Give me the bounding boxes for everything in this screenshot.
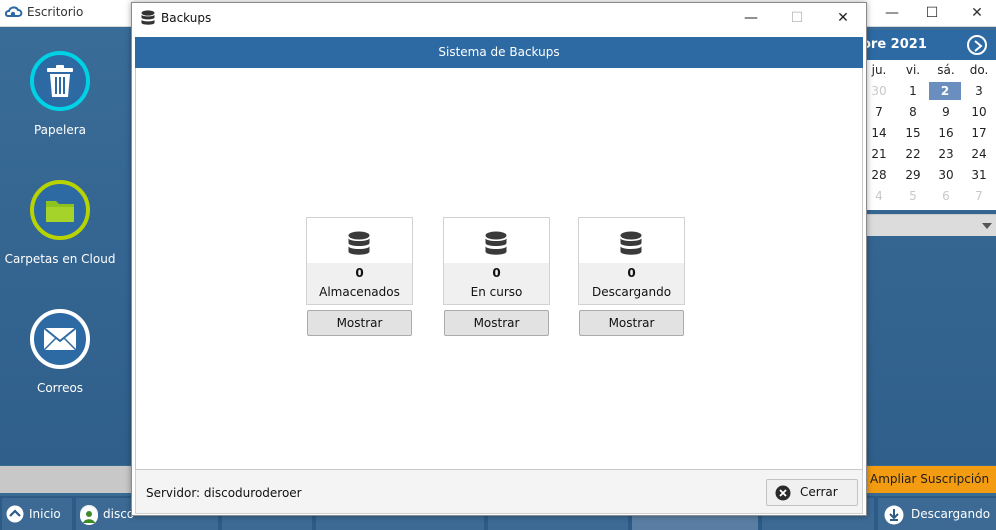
start-icon <box>6 505 24 523</box>
stat-card-descargando: 0 Descargando <box>578 217 685 305</box>
taskbar-downloads[interactable]: Descargando <box>878 498 996 530</box>
dialog-maximize-button: ☐ <box>790 10 804 26</box>
trash-icon <box>30 51 90 111</box>
database-icon <box>485 231 507 255</box>
dialog-header: Sistema de Backups <box>135 37 863 68</box>
stat-card-en-curso: 0 En curso <box>443 217 550 305</box>
calendar-day[interactable]: 30 <box>929 165 963 186</box>
database-icon <box>620 231 642 255</box>
desktop-icon-papelera[interactable]: Papelera <box>0 51 120 137</box>
calendar-day[interactable]: 17 <box>962 123 996 144</box>
calendar-day[interactable]: 30 <box>862 81 896 102</box>
calendar-day-selected[interactable]: 2 <box>929 82 961 100</box>
database-icon <box>141 10 155 25</box>
stat-label: En curso <box>470 285 523 299</box>
user-avatar-icon <box>80 505 98 525</box>
stat-label: Descargando <box>591 285 672 299</box>
dialog-minimize-button[interactable]: — <box>731 7 771 29</box>
start-button[interactable]: Inicio <box>2 498 72 530</box>
calendar-day[interactable]: 22 <box>896 144 930 165</box>
taskbar-user-label: disco <box>103 507 135 521</box>
mail-icon <box>30 309 90 369</box>
calendar-day[interactable]: 7 <box>962 186 996 207</box>
start-label: Inicio <box>29 507 61 521</box>
calendar-day[interactable]: 1 <box>896 81 930 102</box>
folder-icon <box>30 180 90 240</box>
desktop-icon-label: Correos <box>36 381 84 395</box>
show-en-curso-button[interactable]: Mostrar <box>444 310 549 336</box>
stat-count: 0 <box>492 266 501 280</box>
calendar-day[interactable]: 16 <box>929 123 963 144</box>
calendar-day[interactable]: 10 <box>962 102 996 123</box>
calendar-header: ore 2021 <box>862 30 996 60</box>
calendar-next-button[interactable] <box>967 35 987 55</box>
calendar-weekdays: ju. vi. sá. do. <box>862 60 996 81</box>
calendar-day[interactable]: 7 <box>862 102 896 123</box>
calendar-day[interactable]: 6 <box>929 186 963 207</box>
stat-count: 0 <box>355 266 364 280</box>
dialog-footer: Servidor: discoduroderoer Cerrar <box>135 470 863 514</box>
desktop-icon-correos[interactable]: Correos <box>0 309 120 395</box>
calendar-day[interactable]: 14 <box>862 123 896 144</box>
server-label: Servidor: discoduroderoer <box>146 486 302 500</box>
dialog-close-button[interactable]: ✕ <box>823 7 863 29</box>
calendar-day[interactable]: 3 <box>962 81 996 102</box>
calendar-month-label: ore 2021 <box>862 37 927 52</box>
calendar-week-row: 28 29 30 31 <box>862 165 996 186</box>
close-circle-icon <box>775 485 791 501</box>
calendar-day[interactable]: 31 <box>962 165 996 186</box>
calendar-widget: ore 2021 ju. vi. sá. do. 30 1 2 3 7 8 9 10 14 15 1… <box>862 30 996 210</box>
database-icon <box>348 231 370 255</box>
calendar-day[interactable]: 21 <box>862 144 896 165</box>
desktop-icon-label: Papelera <box>33 123 87 137</box>
app-logo-icon <box>5 6 23 17</box>
chevron-down-icon <box>982 223 992 229</box>
weekday-label: do. <box>969 63 989 77</box>
desktop-maximize-button[interactable]: ☐ <box>912 3 952 23</box>
calendar-day[interactable]: 9 <box>929 102 963 123</box>
desktop-close-button[interactable]: ✕ <box>957 3 996 23</box>
calendar-day[interactable]: 5 <box>896 186 930 207</box>
calendar-day[interactable]: 8 <box>896 102 930 123</box>
taskbar-downloads-label: Descargando <box>911 507 991 521</box>
chevron-right-icon <box>974 40 983 52</box>
calendar-week-row: 14 15 16 17 <box>862 123 996 144</box>
weekday-label: ju. <box>871 63 887 77</box>
calendar-day[interactable]: 29 <box>896 165 930 186</box>
desktop-icon-label: Carpetas en Cloud <box>4 252 116 266</box>
calendar-week-row: 21 22 23 24 <box>862 144 996 165</box>
backups-dialog: Backups — ☐ ✕ Sistema de Backups 0 Almac… <box>131 2 867 516</box>
weekday-label: sá. <box>937 63 955 77</box>
close-button-label: Cerrar <box>800 485 838 499</box>
stat-label: Almacenados <box>319 285 400 299</box>
dialog-titlebar: Backups — ☐ ✕ <box>132 3 866 33</box>
upgrade-subscription-button[interactable]: Ampliar Suscripción <box>862 466 996 493</box>
calendar-week-row: 30 1 2 3 <box>862 81 996 102</box>
calendar-day[interactable]: 4 <box>862 186 896 207</box>
calendar-dropdown-bar[interactable] <box>862 214 996 236</box>
stat-card-almacenados: 0 Almacenados <box>306 217 413 305</box>
dialog-body: 0 Almacenados Mostrar 0 En curso Mostrar <box>135 68 863 470</box>
calendar-week-row: 7 8 9 10 <box>862 102 996 123</box>
calendar-day[interactable]: 24 <box>962 144 996 165</box>
close-button[interactable]: Cerrar <box>766 479 858 506</box>
calendar-day[interactable]: 28 <box>862 165 896 186</box>
dialog-title: Backups <box>161 11 212 25</box>
desktop-minimize-button[interactable]: — <box>872 3 912 23</box>
stat-count: 0 <box>627 266 636 280</box>
calendar-day[interactable]: 15 <box>896 123 930 144</box>
calendar-day[interactable]: 23 <box>929 144 963 165</box>
download-icon <box>884 505 904 525</box>
weekday-label: vi. <box>905 63 921 77</box>
show-descargando-button[interactable]: Mostrar <box>579 310 684 336</box>
desktop-title: Escritorio <box>27 5 84 19</box>
calendar-week-row: 4567 <box>862 186 996 207</box>
show-almacenados-button[interactable]: Mostrar <box>307 310 412 336</box>
desktop-icon-carpetas[interactable]: Carpetas en Cloud <box>0 180 120 266</box>
